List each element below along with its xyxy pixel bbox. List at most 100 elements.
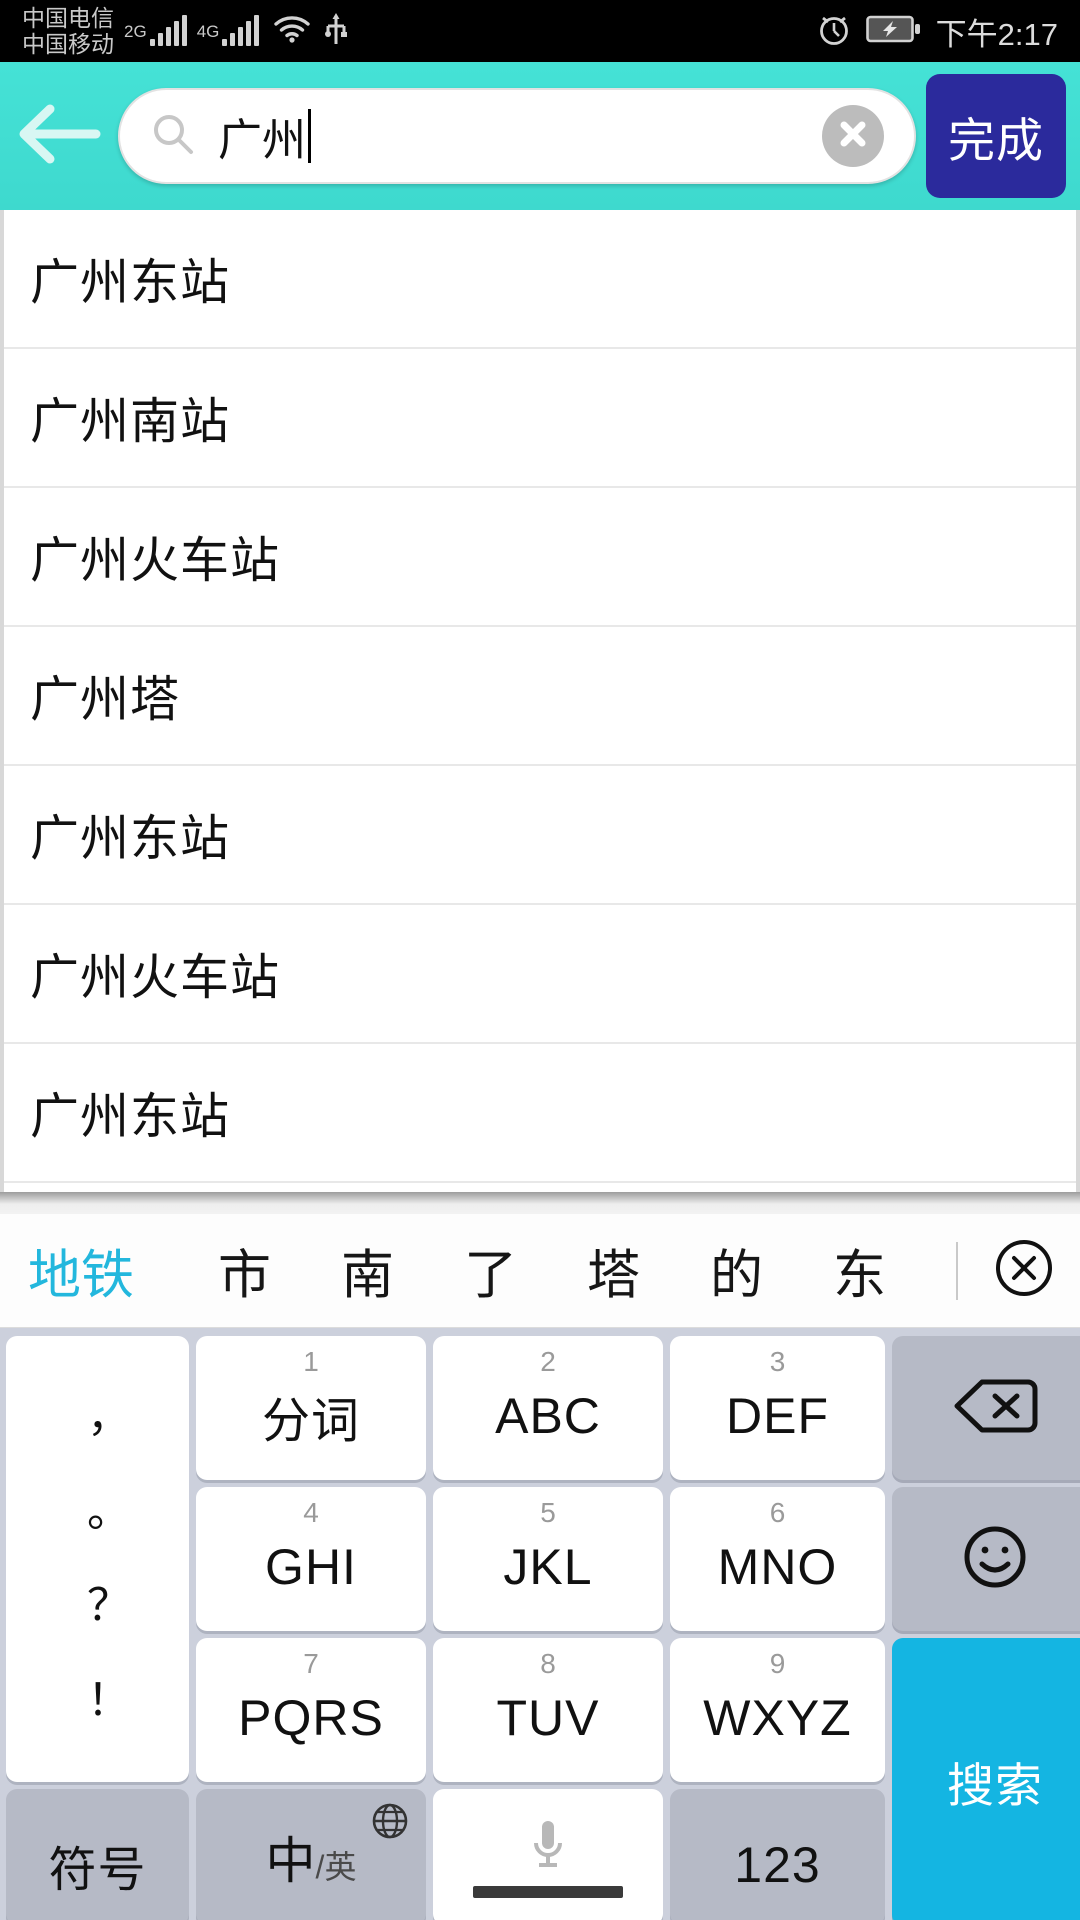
suggestion-list[interactable]: 广州东站 广州南站 广州火车站 广州塔 广州东站 广州火车站 广州东站	[0, 210, 1080, 1192]
backspace-icon	[952, 1377, 1038, 1440]
language-key-en: /英	[316, 1842, 357, 1888]
back-arrow-icon	[16, 101, 102, 172]
key-6-mno[interactable]: 6 MNO	[670, 1487, 885, 1631]
language-key-label: 中 /英	[266, 1821, 357, 1893]
candidate-close-button[interactable]	[958, 1214, 1080, 1328]
symbol-key-label: 符号	[48, 1830, 146, 1900]
space-bar-indicator	[473, 1886, 623, 1898]
search-key[interactable]: 搜索	[892, 1638, 1080, 1920]
text-caret	[308, 109, 311, 163]
signal-group-secondary: 4G	[197, 16, 260, 46]
status-bar: 中国电信 中国移动 2G 4G	[0, 0, 1080, 62]
list-item[interactable]: 广州东站	[4, 1044, 1076, 1183]
search-key-label: 搜索	[947, 1747, 1043, 1816]
candidate-item[interactable]: 塔	[587, 1233, 640, 1309]
candidate-item[interactable]: 南	[341, 1233, 394, 1309]
key-number: 3	[670, 1346, 885, 1378]
key-number: 4	[196, 1497, 426, 1529]
key-7-pqrs[interactable]: 7 PQRS	[196, 1638, 426, 1782]
carrier-primary: 中国电信	[22, 7, 114, 30]
globe-icon[interactable]	[370, 1801, 410, 1846]
key-number: 2	[433, 1346, 663, 1378]
key-number: 8	[433, 1648, 663, 1680]
key-label: MNO	[718, 1538, 838, 1596]
search-field-container[interactable]: 广州	[118, 88, 916, 184]
punctuation-key[interactable]: ， 。 ？ ！	[6, 1336, 189, 1782]
carrier-names: 中国电信 中国移动	[22, 7, 114, 56]
candidate-item-selected[interactable]: 地铁	[28, 1233, 134, 1309]
ime-candidate-bar: 地铁 市 南 了 塔 的 东	[0, 1214, 1080, 1328]
battery-charging-icon	[866, 13, 922, 50]
signal-group-primary: 2G	[124, 16, 187, 46]
candidate-item[interactable]: 的	[710, 1233, 763, 1309]
key-5-jkl[interactable]: 5 JKL	[433, 1487, 663, 1631]
punct-exclaim[interactable]: ！	[87, 1679, 131, 1723]
candidate-item[interactable]: 了	[464, 1233, 517, 1309]
key-label: GHI	[265, 1538, 357, 1596]
backspace-key[interactable]	[892, 1336, 1080, 1480]
clear-circle-icon	[833, 114, 873, 159]
space-key-inner	[473, 1817, 623, 1898]
microphone-icon[interactable]	[525, 1817, 571, 1880]
key-label: 分词	[262, 1381, 360, 1451]
search-input[interactable]: 广州	[218, 88, 822, 184]
close-circle-icon	[993, 1237, 1055, 1304]
done-button[interactable]: 完成	[926, 74, 1066, 198]
key-number: 6	[670, 1497, 885, 1529]
signal-bars-icon-2	[222, 16, 259, 46]
search-icon	[150, 111, 196, 162]
back-button[interactable]	[0, 62, 118, 210]
key-number: 7	[196, 1648, 426, 1680]
candidate-item[interactable]: 东	[833, 1233, 886, 1309]
candidate-item[interactable]: 市	[218, 1233, 271, 1309]
search-input-value: 广州	[218, 104, 306, 168]
app-header: 广州 完成	[0, 62, 1080, 210]
key-9-wxyz[interactable]: 9 WXYZ	[670, 1638, 885, 1782]
status-bar-right: 下午2:17	[816, 9, 1058, 54]
clear-search-button[interactable]	[822, 105, 884, 167]
key-number: 9	[670, 1648, 885, 1680]
status-bar-left: 中国电信 中国移动 2G 4G	[22, 7, 349, 56]
key-number: 5	[433, 1497, 663, 1529]
alarm-clock-icon	[816, 11, 852, 52]
language-switch-key[interactable]: 中 /英	[196, 1789, 426, 1920]
list-item[interactable]: 广州火车站	[4, 488, 1076, 627]
app-screen: 中国电信 中国移动 2G 4G	[0, 0, 1080, 1920]
list-bottom-shadow	[0, 1192, 1080, 1214]
space-key[interactable]	[433, 1789, 663, 1920]
numeric-key[interactable]: 123	[670, 1789, 885, 1920]
network-type-secondary: 4G	[197, 22, 220, 42]
list-item[interactable]: 广州火车站	[4, 905, 1076, 1044]
punct-period[interactable]: 。	[87, 1490, 131, 1534]
key-1-fenci[interactable]: 1 分词	[196, 1336, 426, 1480]
ime-keyboard: ， 。 ？ ！ 1 分词 2 ABC 3 DEF	[0, 1328, 1080, 1920]
key-2-abc[interactable]: 2 ABC	[433, 1336, 663, 1480]
list-item[interactable]: 广州东站	[4, 766, 1076, 905]
signal-bars-icon	[150, 16, 187, 46]
key-label: TUV	[497, 1689, 600, 1747]
list-item[interactable]: 广州南站	[4, 349, 1076, 488]
key-4-ghi[interactable]: 4 GHI	[196, 1487, 426, 1631]
key-label: DEF	[726, 1387, 829, 1445]
wifi-icon	[273, 14, 311, 49]
key-number: 1	[196, 1346, 426, 1378]
punct-comma[interactable]: ，	[87, 1395, 131, 1439]
smiley-icon	[960, 1522, 1030, 1597]
status-bar-clock: 下午2:17	[936, 9, 1058, 54]
key-8-tuv[interactable]: 8 TUV	[433, 1638, 663, 1782]
symbol-key[interactable]: 符号	[6, 1789, 189, 1920]
key-3-def[interactable]: 3 DEF	[670, 1336, 885, 1480]
punct-question[interactable]: ？	[87, 1584, 131, 1628]
candidate-scroll[interactable]: 地铁 市 南 了 塔 的 东	[0, 1214, 958, 1328]
list-item[interactable]: 广州东站	[4, 210, 1076, 349]
key-label: WXYZ	[703, 1689, 851, 1747]
list-item[interactable]: 广州塔	[4, 627, 1076, 766]
key-label: JKL	[503, 1538, 592, 1596]
key-label: ABC	[495, 1387, 601, 1445]
emoji-key[interactable]	[892, 1487, 1080, 1631]
network-type-primary: 2G	[124, 22, 147, 42]
numeric-key-label: 123	[734, 1836, 820, 1894]
language-key-cn: 中	[266, 1821, 316, 1893]
carrier-secondary: 中国移动	[22, 33, 114, 56]
key-label: PQRS	[238, 1689, 384, 1747]
